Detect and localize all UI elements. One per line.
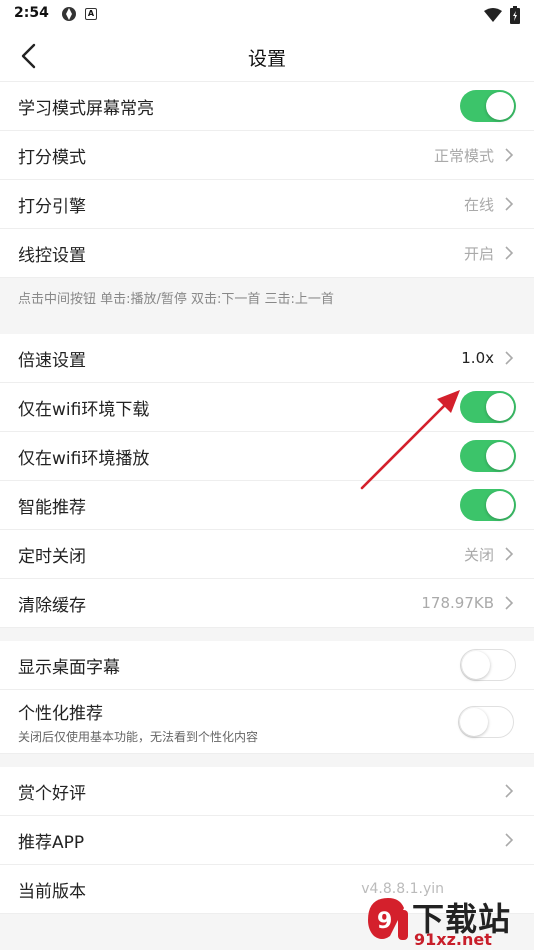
chevron-right-icon (505, 351, 514, 365)
settings-row-label: 定时关闭 (18, 546, 86, 567)
toggle-knob (462, 651, 490, 679)
toggle-knob (486, 92, 514, 120)
settings-row-description: 关闭后仅使用基本功能，无法看到个性化内容 (18, 729, 259, 744)
settings-row[interactable]: 倍速设置 1.0x (0, 334, 534, 383)
settings-row-label: 仅在wifi环境播放 (18, 448, 150, 469)
settings-row-label: 线控设置 (18, 245, 86, 266)
settings-section-general: 学习模式屏幕常亮 打分模式 正常模式打分引擎 在线线控设置 开启 (0, 82, 534, 278)
settings-row-value: 正常模式 (433, 146, 494, 165)
toggle-knob (460, 708, 488, 736)
sync-icon (62, 7, 76, 21)
settings-row[interactable]: 智能推荐 (0, 481, 534, 530)
settings-row[interactable]: 清除缓存 178.97KB (0, 579, 534, 628)
settings-row[interactable]: 线控设置 开启 (0, 229, 534, 278)
status-right (484, 6, 520, 24)
settings-section-playback: 倍速设置 1.0x 仅在wifi环境下载 仅在wifi环境播放 智能推荐定时关闭 关闭清除… (0, 334, 534, 628)
app-a-icon: A (85, 8, 97, 20)
settings-row-label: 打分引擎 (18, 196, 86, 217)
settings-row-label: 智能推荐 (18, 497, 86, 518)
settings-row-label: 打分模式 (18, 147, 86, 168)
svg-text:9: 9 (377, 909, 392, 934)
settings-row[interactable]: 学习模式屏幕常亮 (0, 82, 534, 131)
settings-row[interactable]: 仅在wifi环境播放 (0, 432, 534, 481)
nav-bar: 设置 (0, 30, 534, 82)
chevron-right-icon (505, 197, 514, 211)
settings-row[interactable]: 推荐APP (0, 816, 534, 865)
chevron-right-icon (505, 833, 514, 847)
settings-row-label: 赏个好评 (18, 783, 86, 804)
chevron-right-icon (505, 246, 514, 260)
toggle-knob (486, 491, 514, 519)
toggle-knob (486, 393, 514, 421)
watermark-url: 91xz.net (414, 930, 492, 949)
settings-row-value: 在线 (463, 195, 494, 214)
toggle-switch[interactable] (460, 649, 516, 681)
watermark-logo: 9 下载站 91xz.net (360, 890, 530, 950)
settings-row[interactable]: 个性化推荐关闭后仅使用基本功能，无法看到个性化内容 (0, 690, 534, 754)
chevron-right-icon (505, 784, 514, 798)
settings-row-label: 个性化推荐 (18, 703, 103, 724)
settings-row[interactable]: 打分模式 正常模式 (0, 131, 534, 180)
toggle-switch[interactable] (458, 706, 514, 738)
settings-row[interactable]: 仅在wifi环境下载 (0, 383, 534, 432)
toggle-switch[interactable] (460, 489, 516, 521)
section-divider (0, 628, 534, 641)
toggle-switch[interactable] (460, 90, 516, 122)
settings-row[interactable]: 打分引擎 在线 (0, 180, 534, 229)
settings-row[interactable]: 显示桌面字幕 (0, 641, 534, 690)
wire-control-hint: 点击中间按钮 单击:播放/暂停 双击:下一首 三击:上一首 (0, 278, 534, 334)
settings-row-label: 清除缓存 (18, 595, 86, 616)
chevron-right-icon (505, 547, 514, 561)
settings-row-label: 推荐APP (18, 832, 85, 853)
settings-row-label: 倍速设置 (18, 350, 86, 371)
status-bar: 2:54 A (0, 0, 534, 30)
settings-section-display: 显示桌面字幕 个性化推荐关闭后仅使用基本功能，无法看到个性化内容 (0, 641, 534, 754)
toggle-knob (486, 442, 514, 470)
settings-row[interactable]: 定时关闭 关闭 (0, 530, 534, 579)
toggle-switch[interactable] (460, 440, 516, 472)
settings-row-label: 显示桌面字幕 (18, 657, 120, 678)
battery-icon (510, 6, 520, 24)
wifi-icon (484, 8, 502, 22)
settings-row-value: 1.0x (461, 349, 494, 367)
status-time: 2:54 (14, 5, 49, 21)
section-divider (0, 754, 534, 767)
settings-row-label: 学习模式屏幕常亮 (18, 98, 154, 119)
settings-row-label: 仅在wifi环境下载 (18, 399, 150, 420)
settings-row-value: 178.97KB (421, 594, 494, 612)
settings-row-value: 开启 (463, 244, 494, 263)
settings-row[interactable]: 赏个好评 (0, 767, 534, 816)
watermark-badge-icon: 9 (368, 898, 408, 940)
page-title: 设置 (247, 48, 286, 70)
settings-row-value: 关闭 (463, 545, 494, 564)
chevron-right-icon (505, 596, 514, 610)
toggle-switch[interactable] (460, 391, 516, 423)
chevron-right-icon (505, 148, 514, 162)
